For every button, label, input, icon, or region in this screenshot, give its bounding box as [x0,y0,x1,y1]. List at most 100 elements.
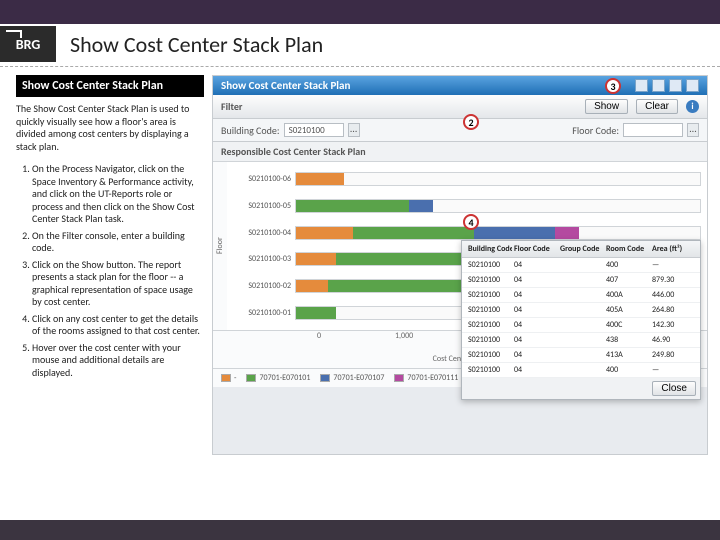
details-cell [558,319,604,331]
filter-bar: Filter Show Clear i [213,95,707,119]
application-screenshot: 3 2 4 Show Cost Center Stack Plan Filter… [212,75,708,455]
details-row[interactable]: S021010004400A446.00 [462,288,700,303]
bar-segment[interactable] [296,280,328,292]
print-icon[interactable] [652,79,665,92]
details-row[interactable]: S021010004407879.30 [462,273,700,288]
export-icon[interactable] [635,79,648,92]
details-cell: 04 [512,334,558,346]
info-icon[interactable]: i [686,100,699,113]
bar-segment[interactable] [409,200,433,212]
details-row[interactable]: S02101000443846.90 [462,333,700,348]
legend-label: 70701-E070101 [259,373,310,383]
bar-track[interactable] [295,199,701,213]
room-details-popup: Building CodeFloor CodeGroup CodeRoom Co… [461,240,701,400]
filter-label: Filter [221,100,242,113]
email-icon[interactable] [669,79,682,92]
bar-segment[interactable] [296,253,336,265]
section-title: Show Cost Center Stack Plan [16,75,204,97]
details-cell [558,334,604,346]
details-cell: S0210100 [466,364,512,376]
building-code-picker-button[interactable]: … [348,123,360,137]
legend-item: 70701-E070107 [320,373,384,383]
legend-item: - [221,373,236,383]
page-header: BRG Show Cost Center Stack Plan [0,24,720,67]
details-cell [558,274,604,286]
details-cell: 04 [512,274,558,286]
details-cell: S0210100 [466,274,512,286]
callout-4: 4 [463,214,479,230]
bar-track[interactable] [295,172,701,186]
bar-label: S0210100-02 [233,281,291,291]
details-col-header[interactable]: Room Code [604,243,650,255]
details-cell: 04 [512,289,558,301]
details-cell: 46.90 [650,334,696,346]
details-row[interactable]: S021010004 413A249.80 [462,348,700,363]
details-cell [558,304,604,316]
building-code-input[interactable]: S0210100 [284,123,344,137]
details-row[interactable]: S021010004400C142.30 [462,318,700,333]
step-2: On the Filter console, enter a building … [32,230,204,255]
panel-title-text: Show Cost Center Stack Plan [221,79,350,92]
chart-panel-title: Responsible Cost Center Stack Plan [213,142,707,162]
bar-segment[interactable] [296,173,344,185]
legend-swatch [221,374,231,382]
details-cell: 413A [604,349,650,361]
details-cell: 405A [604,304,650,316]
instructions-column: Show Cost Center Stack Plan The Show Cos… [16,75,204,455]
building-code-field: Building Code: S0210100 … [221,123,360,137]
brg-logo: BRG [0,26,56,62]
panel-title-bar: Show Cost Center Stack Plan [213,76,707,95]
step-3: Click on the Show button. The report pre… [32,259,204,309]
callout-2: 2 [463,114,479,130]
bar-segment[interactable] [296,200,409,212]
bar-segment[interactable] [555,227,579,239]
bar-segment[interactable] [353,227,474,239]
details-cell: 04 [512,349,558,361]
x-tick: 0 [317,331,395,341]
details-cell [558,364,604,376]
details-cell [558,259,604,271]
details-col-header[interactable]: Group Code [558,243,604,255]
floor-code-input[interactable] [623,123,683,137]
bar-label: S0210100-01 [233,308,291,318]
details-cell: 400 [604,364,650,376]
details-cell: 438 [604,334,650,346]
details-row[interactable]: S021010004405A264.80 [462,303,700,318]
page-title: Show Cost Center Stack Plan [70,31,323,58]
help-icon[interactable] [686,79,699,92]
bar-row[interactable]: S0210100-05 [233,197,701,215]
details-cell [558,349,604,361]
details-col-header[interactable]: Area (ft²) [650,243,696,255]
window-bottom-bar [0,520,720,540]
details-row[interactable]: S021010004400— [462,363,700,378]
close-button[interactable]: Close [652,381,696,396]
details-cell: S0210100 [466,319,512,331]
step-5: Hover over the cost center with your mou… [32,342,204,380]
bar-segment[interactable] [296,227,353,239]
details-col-header[interactable]: Building Code [466,243,512,255]
details-cell: 400 [604,259,650,271]
bar-segment[interactable] [336,253,473,265]
floor-code-picker-button[interactable]: … [687,123,699,137]
panel-toolbar [635,79,699,92]
window-top-bar [0,0,720,24]
details-cell: 04 [512,319,558,331]
step-4: Click on any cost center to get the deta… [32,313,204,338]
floor-code-label: Floor Code: [572,124,619,137]
details-cell: 879.30 [650,274,696,286]
y-axis-label: Floor [213,162,227,330]
clear-button[interactable]: Clear [636,99,678,114]
show-button[interactable]: Show [585,99,628,114]
legend-swatch [320,374,330,382]
bar-track[interactable] [295,226,701,240]
details-col-header[interactable]: Floor Code [512,243,558,255]
bar-segment[interactable] [296,307,336,319]
legend-swatch [394,374,404,382]
details-cell: S0210100 [466,349,512,361]
details-cell: 249.80 [650,349,696,361]
bar-segment[interactable] [474,227,555,239]
details-cell: 400A [604,289,650,301]
details-cell: — [650,259,696,271]
details-row[interactable]: S021010004400— [462,258,700,273]
bar-row[interactable]: S0210100-06 [233,170,701,188]
